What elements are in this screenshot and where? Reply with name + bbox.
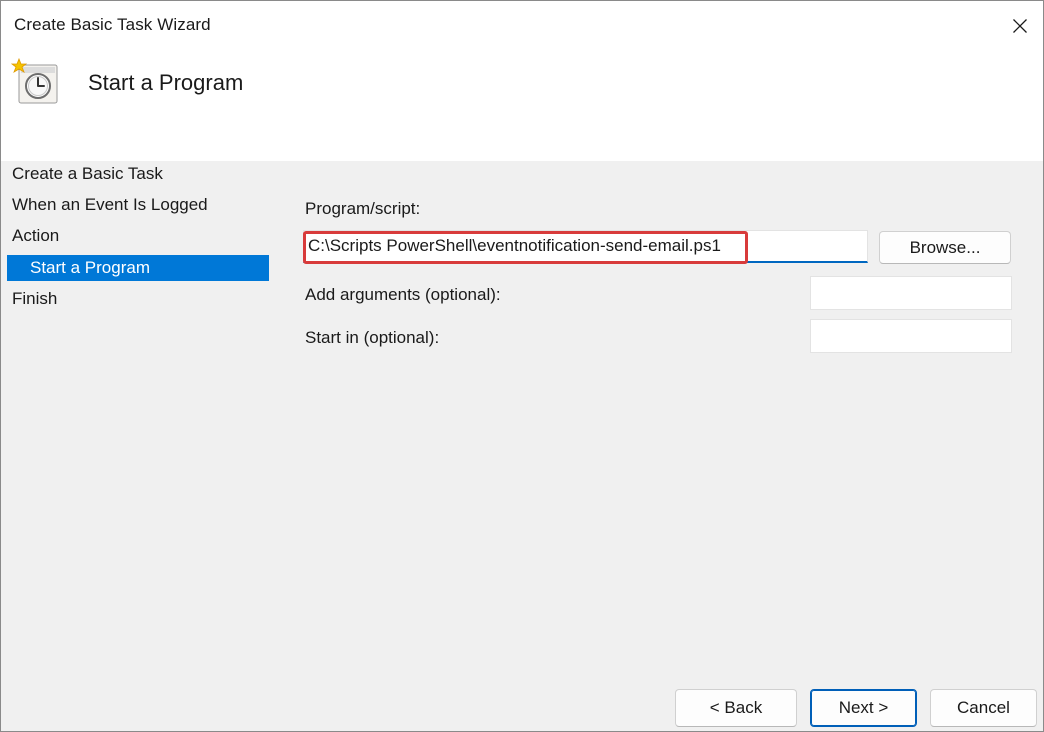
browse-button[interactable]: Browse... [879, 231, 1011, 264]
title-bar: Create Basic Task Wizard [1, 1, 1043, 51]
cancel-button[interactable]: Cancel [930, 689, 1037, 727]
sidebar-item-finish[interactable]: Finish [7, 286, 269, 312]
sidebar-item-start-a-program[interactable]: Start a Program [7, 255, 269, 281]
program-script-label: Program/script: [305, 199, 421, 218]
sidebar-item-when-event-logged[interactable]: When an Event Is Logged [7, 192, 269, 218]
next-button[interactable]: Next > [810, 689, 917, 727]
close-button[interactable] [997, 1, 1043, 51]
program-script-input[interactable]: C:\Scripts PowerShell\eventnotification-… [303, 230, 868, 263]
window-title: Create Basic Task Wizard [14, 15, 211, 34]
wizard-header: Start a Program [1, 51, 1043, 161]
arguments-input[interactable] [810, 276, 1012, 310]
start-in-label: Start in (optional): [305, 328, 440, 347]
task-scheduler-clock-icon [11, 57, 58, 104]
close-icon [1013, 19, 1027, 33]
sidebar-item-action[interactable]: Action [7, 223, 269, 249]
start-in-input[interactable] [810, 319, 1012, 353]
back-button[interactable]: < Back [675, 689, 797, 727]
sidebar-item-create-basic-task[interactable]: Create a Basic Task [7, 161, 269, 187]
page-title: Start a Program [88, 70, 244, 95]
wizard-window: Create Basic Task Wizard Start a Program… [0, 0, 1044, 732]
arguments-label: Add arguments (optional): [305, 285, 501, 304]
